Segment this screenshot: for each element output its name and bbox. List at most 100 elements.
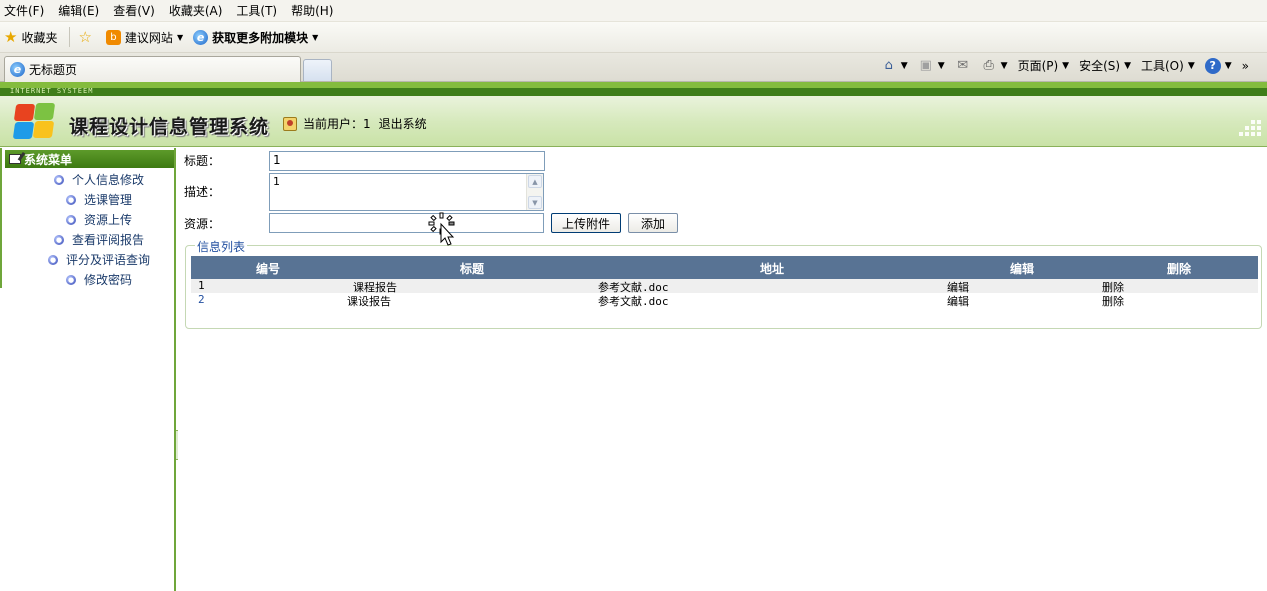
add-favorite-icon: ☆ [78,28,92,46]
title-input[interactable]: 1 [269,151,545,171]
sidebar-item-grades[interactable]: ● 评分及评语查询 [48,251,150,268]
sidebar-item-course-selection[interactable]: ● 选课管理 [66,191,132,208]
add-favorite-button[interactable]: ☆ [78,28,95,46]
sidebar-item-profile[interactable]: ● 个人信息修改 [54,171,144,188]
sidebar-item-label: 评分及评语查询 [66,253,151,267]
current-user-value: 1 [363,116,371,131]
command-bar: ⌂ ▼ ▣ ▼ ✉ ⎙ ▼ 页面(P) ▼ 安全(S) ▼ 工具(O) ▼ ? … [871,57,1249,74]
app-header: INTERNET SYSTEEM 课程设计信息管理系统 当前用户： 1 退出系统 [0,82,1267,147]
column-header-edit: 编辑 [1010,262,1035,276]
suggested-sites-link[interactable]: b 建议网站 ▼ [105,29,184,46]
upload-attachment-button[interactable]: 上传附件 [551,213,621,233]
tools-menu-label: 工具(O) [1141,59,1184,73]
scroll-down-icon[interactable]: ▼ [528,196,542,209]
suggested-sites-label: 建议网站 [124,30,173,45]
description-scrollbar[interactable]: ▲ ▼ [526,174,543,210]
column-header-address: 地址 [760,262,785,276]
safety-menu-button[interactable]: 安全(S) ▼ [1079,57,1131,74]
current-user-label: 当前用户： [303,117,364,131]
help-icon: ? [1204,57,1221,74]
column-header-title: 标题 [460,262,485,276]
logout-link[interactable]: 退出系统 [379,115,427,132]
favorites-bar: ★ 收藏夹 ☆ b 建议网站 ▼ e 获取更多附加模块 ▼ [0,22,1267,53]
decorative-dots [1239,120,1263,140]
sidebar-item-label: 选课管理 [84,193,133,207]
edit-link[interactable]: 编辑 [947,293,969,309]
new-tab-button[interactable] [303,59,332,81]
cell-title: 课设报告 [347,295,391,308]
tools-menu-button[interactable]: 工具(O) ▼ [1141,57,1195,74]
chevron-down-icon: ▼ [900,60,908,71]
tab-row: e 无标题页 ⌂ ▼ ▣ ▼ ✉ ⎙ ▼ 页面(P) ▼ 安全(S) ▼ 工具(… [0,53,1267,82]
table-header: 编号 标题 地址 编辑 删除 [191,256,1258,279]
menu-file[interactable]: 文件(F) [4,2,44,19]
sidebar-item-change-password[interactable]: ● 修改密码 [66,271,132,288]
menu-view[interactable]: 查看(V) [113,2,155,19]
favorites-button[interactable]: ★ 收藏夹 [4,28,57,46]
bullet-icon: ● [48,254,58,265]
description-textarea[interactable]: 1 ▲ ▼ [269,173,544,211]
chevron-down-icon: ▼ [1124,60,1131,71]
sidebar-item-label: 个人信息修改 [72,173,145,187]
sidebar-item-review-reports[interactable]: ● 查看评阅报告 [54,231,144,248]
system-title: 课程设计信息管理系统 [69,116,270,138]
add-button[interactable]: 添加 [628,213,678,233]
chevron-down-icon: ▼ [1187,60,1195,71]
resource-file-input[interactable] [269,213,544,233]
cell-id: 2 [198,293,205,306]
info-list-legend: 信息列表 [195,238,248,255]
chevron-down-icon: ▼ [937,60,945,71]
sidebar: 系统菜单 ● 个人信息修改 ● 选课管理 ● 资源上传 ● 查看评阅报告 ● 评… [0,148,176,591]
safety-menu-label: 安全(S) [1079,59,1121,73]
info-list-fieldset: 信息列表 编号 标题 地址 编辑 删除 1 课程报告 参考文献.doc 编辑 删… [185,238,1262,329]
chevron-down-icon: ▼ [1062,60,1070,71]
cell-address: 参考文献.doc [598,295,669,308]
home-button[interactable]: ⌂ ▼ [881,58,908,74]
title-label: 标题： [184,154,221,168]
scroll-up-icon[interactable]: ▲ [528,175,542,188]
sidebar-border [0,148,5,288]
toolbar-divider [69,27,71,47]
get-addons-link[interactable]: e 获取更多附加模块 ▼ [193,29,318,46]
print-button[interactable]: ⎙ ▼ [981,58,1007,74]
home-icon: ⌂ [884,57,893,73]
menu-edit[interactable]: 编辑(E) [58,2,99,19]
edit-icon [9,154,21,164]
menu-tools[interactable]: 工具(T) [236,2,277,19]
user-info: 当前用户： 1 退出系统 [283,115,427,132]
favorites-label: 收藏夹 [21,30,58,45]
page-menu-label: 页面(P) [1017,59,1059,73]
cell-id: 1 [198,279,205,292]
banner-small-text: INTERNET SYSTEEM [10,87,94,95]
tab-title: 无标题页 [29,63,78,77]
windows-logo-icon [12,102,57,142]
bullet-icon: ● [54,234,64,245]
help-button[interactable]: ? ▼ [1204,57,1232,74]
tab-current[interactable]: e 无标题页 [4,56,301,82]
column-header-delete: 删除 [1167,262,1192,276]
star-icon: ★ [4,28,18,46]
chevron-right-icon: » [1241,58,1249,73]
browser-menu-bar: 文件(F) 编辑(E) 查看(V) 收藏夹(A) 工具(T) 帮助(H) [0,0,1267,22]
mail-button[interactable]: ✉ [955,58,971,74]
menu-help[interactable]: 帮助(H) [291,2,333,19]
chevron-down-icon: ▼ [312,32,319,42]
resource-label: 资源： [184,217,221,231]
sidebar-heading-label: 系统菜单 [24,152,73,167]
mail-icon: ✉ [957,57,969,73]
bullet-icon: ● [66,214,76,225]
sidebar-item-resource-upload[interactable]: ● 资源上传 [66,211,132,228]
suggested-sites-icon: b [105,29,121,45]
bullet-icon: ● [66,274,76,285]
delete-link[interactable]: 删除 [1102,293,1124,309]
bullet-icon: ● [66,194,76,205]
chevron-down-icon: ▼ [1224,60,1232,71]
page-menu-button[interactable]: 页面(P) ▼ [1018,57,1070,74]
menu-favorites[interactable]: 收藏夹(A) [169,2,223,19]
rss-icon: ▣ [919,57,932,73]
more-commands-button[interactable]: » [1242,59,1249,73]
table-row: 1 课程报告 参考文献.doc 编辑 删除 [191,279,1258,294]
chevron-down-icon: ▼ [176,32,184,42]
feeds-button[interactable]: ▣ ▼ [918,58,945,74]
column-header-id: 编号 [256,262,281,276]
